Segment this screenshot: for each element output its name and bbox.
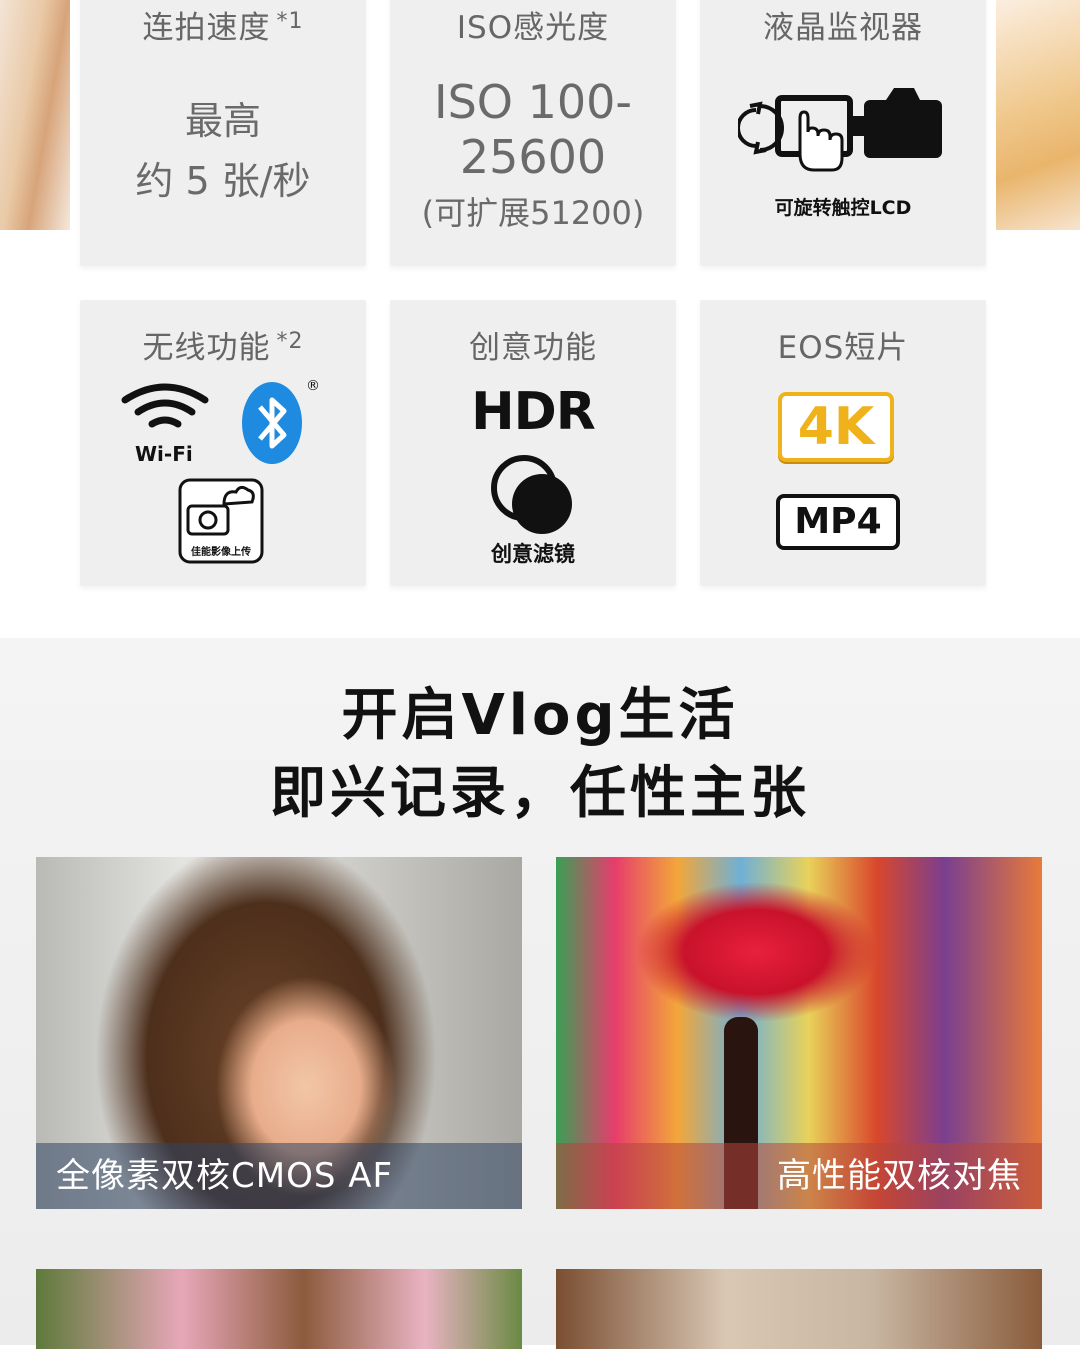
iso-line2: 25600 [459, 130, 607, 184]
vlog-section: 开启Vlog生活 即兴记录，任性主张 全像素双核CMOS AF 高性能双核对焦 [0, 638, 1080, 1349]
left-edge-image [0, 0, 70, 230]
spec-card-iso: ISO感光度 ISO 100- 25600 (可扩展51200) [390, 0, 676, 266]
spec-card-creative: 创意功能 HDR 创意滤镜 [390, 300, 676, 586]
spec-label: EOS短片 [777, 330, 909, 366]
4k-badge: 4K [778, 392, 894, 462]
rotatable-lcd-illustration [738, 88, 942, 172]
camera-icon [864, 88, 942, 158]
portrait-photo: 全像素双核CMOS AF [36, 857, 522, 1209]
filter-caption: 创意滤镜 [491, 542, 575, 566]
lcd-caption: 可旋转触控LCD [774, 197, 912, 219]
iso-line1: ISO 100- [434, 75, 632, 129]
vlog-subtitle: 即兴记录，任性主张 [270, 761, 810, 826]
hdr-label: HDR [471, 382, 596, 442]
bluetooth-icon [242, 382, 302, 464]
mp4-badge: MP4 [776, 494, 900, 550]
flower-photo: 高性能双核对焦 [556, 857, 1042, 1209]
spec-label: 无线功能 *2 [142, 329, 304, 366]
wifi-icon [121, 383, 209, 428]
spec-label: 创意功能 [469, 330, 597, 366]
footnote-mark: *2 [276, 329, 304, 354]
spec-label: ISO感光度 [456, 10, 610, 46]
spec-card-burst: 连拍速度 *1 最高 约 5 张/秒 [80, 0, 366, 266]
iso-line3: (可扩展51200) [421, 194, 645, 232]
photo-caption: 全像素双核CMOS AF [36, 1143, 522, 1209]
spec-label: 液晶监视器 [763, 10, 923, 46]
spec-card-lcd: 液晶监视器 可旋转触控LCD [700, 0, 986, 266]
right-edge-image [996, 0, 1080, 230]
touch-hand-icon [798, 110, 844, 172]
couple-photo [36, 1269, 522, 1349]
photo-caption: 高性能双核对焦 [556, 1143, 1042, 1209]
filter-circles-icon [491, 455, 572, 534]
footnote-mark: *1 [276, 9, 304, 34]
registered-mark: ® [306, 378, 320, 394]
vlog-title: 开启Vlog生活 [341, 683, 739, 748]
glassware-photo [556, 1269, 1042, 1349]
spec-card-wireless: 无线功能 *2 Wi-Fi ® 佳能影像上传 [80, 300, 366, 586]
burst-line1: 最高 [184, 99, 261, 143]
spec-label: 连拍速度 *1 [142, 9, 304, 46]
spec-card-video: EOS短片 4K MP4 [700, 300, 986, 586]
upload-caption: 佳能影像上传 [191, 547, 251, 558]
wifi-label: Wi-Fi [135, 442, 193, 466]
burst-line2: 约 5 张/秒 [135, 159, 311, 203]
